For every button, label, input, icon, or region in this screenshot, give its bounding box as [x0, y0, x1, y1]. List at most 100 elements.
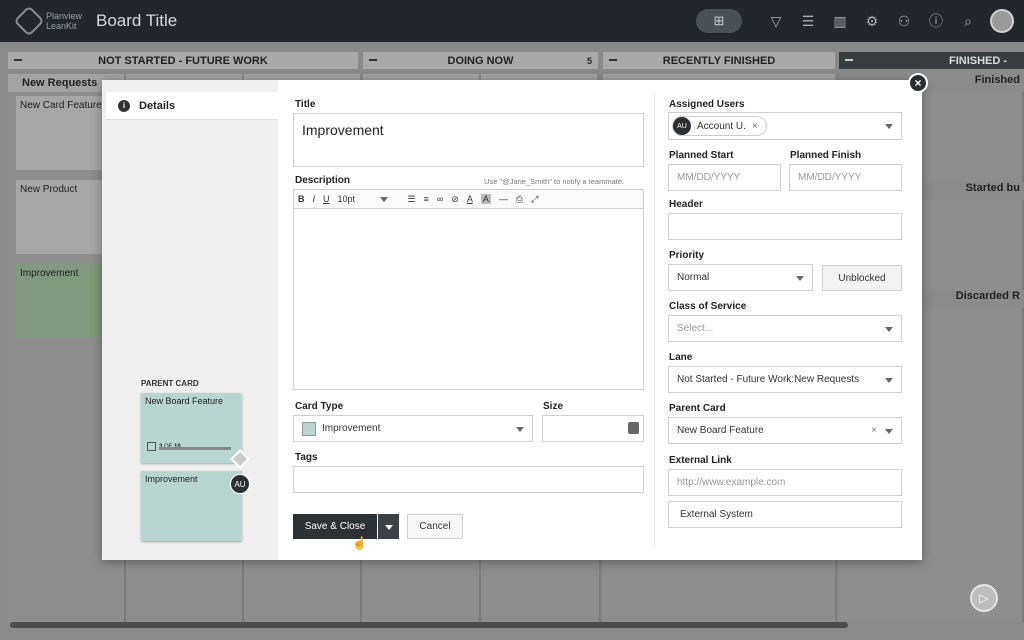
chevron-down-icon: [516, 426, 524, 432]
top-icons: ⊞ ▽ ☰ ▥ ⚙ ⚇ ⓘ ⌕: [696, 0, 1014, 42]
close-modal-button[interactable]: ×: [908, 73, 928, 93]
tags-label: Tags: [295, 452, 318, 463]
parent-card-field-label: Parent Card: [669, 403, 726, 414]
underline-button[interactable]: U: [323, 194, 330, 204]
filter-icon[interactable]: ▽: [760, 13, 792, 30]
header-input[interactable]: [668, 213, 902, 240]
board-card[interactable]: New Card Feature: [16, 96, 108, 170]
children-icon: [147, 442, 156, 451]
external-link-input[interactable]: http://www.example.com: [668, 469, 902, 496]
wip-count: 5: [586, 55, 592, 66]
tab-details[interactable]: i Details: [106, 92, 278, 120]
logo-line2: LeanKit: [46, 21, 77, 31]
pointer-cursor-icon: ☝: [352, 536, 367, 550]
class-of-service-select[interactable]: Select...: [668, 315, 902, 342]
planned-start-label: Planned Start: [669, 150, 734, 161]
priority-select[interactable]: Normal: [668, 264, 813, 291]
info-icon: i: [118, 99, 130, 112]
planned-start-input[interactable]: MM/DD/YYYY: [668, 164, 781, 191]
bold-button[interactable]: B: [298, 194, 305, 204]
unblocked-button[interactable]: Unblocked: [822, 265, 902, 291]
size-label: Size: [543, 401, 564, 412]
invite-user-icon[interactable]: ⚇: [888, 13, 920, 30]
settings-gear-icon[interactable]: ⚙: [856, 13, 888, 30]
clear-icon[interactable]: ×: [871, 425, 877, 436]
italic-button[interactable]: I: [313, 194, 316, 204]
tags-input[interactable]: [293, 466, 644, 493]
chevron-down-icon: [379, 197, 388, 202]
column-header-not-started[interactable]: NOT STARTED - FUTURE WORK: [8, 52, 358, 69]
header-label: Header: [669, 199, 703, 210]
logo-icon: [13, 5, 45, 37]
horizontal-scrollbar[interactable]: [10, 622, 848, 628]
fullscreen-icon[interactable]: ⤢: [531, 194, 538, 205]
title-label: Title: [295, 99, 316, 110]
parent-card-preview[interactable]: New Board Feature 3 OF 10: [141, 393, 242, 463]
bullet-list-icon[interactable]: ☰: [408, 194, 416, 205]
lane-select[interactable]: Not Started - Future Work:New Requests: [668, 366, 902, 393]
chevron-down-icon: [885, 326, 893, 332]
child-card-avatar: AU: [230, 474, 250, 494]
column-header-recently-finished[interactable]: RECENTLY FINISHED: [603, 52, 835, 69]
assigned-users-select[interactable]: AU Account U. ×: [668, 112, 902, 140]
help-fab-button[interactable]: ▷: [970, 584, 998, 612]
description-hint: Use "@Jane_Smith" to notify a teammate.: [484, 177, 625, 186]
column-divider: [654, 94, 655, 546]
editor-toolbar: B I U 10pt ☰ ≡ ∞ ⊘ A A — ⎙ ⤢: [293, 189, 644, 209]
description-label: Description: [295, 175, 351, 186]
title-input[interactable]: Improvement: [293, 113, 644, 167]
font-size-select[interactable]: 10pt: [338, 194, 398, 204]
numbered-list-icon[interactable]: ≡: [424, 194, 429, 204]
progress-bar: [159, 447, 231, 450]
chevron-down-icon: [796, 275, 804, 281]
collapse-icon[interactable]: [609, 59, 617, 61]
assigned-user-chip[interactable]: AU Account U. ×: [672, 116, 767, 136]
collapse-icon[interactable]: [369, 59, 377, 61]
horizontal-rule-icon[interactable]: —: [499, 194, 508, 204]
card-type-select[interactable]: Improvement: [293, 415, 533, 442]
lane-label: Lane: [669, 352, 693, 363]
class-of-service-label: Class of Service: [669, 301, 747, 312]
reports-icon[interactable]: ▥: [824, 13, 856, 30]
user-avatar: AU: [673, 117, 691, 135]
chevron-down-icon: [885, 124, 893, 129]
card-type-label: Card Type: [295, 401, 344, 412]
add-card-icon: ⊞: [713, 13, 725, 28]
text-color-button[interactable]: A: [467, 194, 473, 204]
add-card-button[interactable]: ⊞: [696, 9, 742, 33]
external-system-input[interactable]: External System: [668, 501, 902, 528]
parent-card-title: New Board Feature: [145, 396, 224, 406]
parent-card-label: PARENT CARD: [141, 379, 199, 388]
my-work-icon[interactable]: ☰: [792, 13, 824, 30]
column-header-finished[interactable]: FINISHED -: [839, 52, 1024, 69]
search-icon[interactable]: ⌕: [952, 13, 984, 30]
user-avatar[interactable]: [990, 9, 1014, 33]
remove-user-icon[interactable]: ×: [752, 121, 758, 132]
cancel-button[interactable]: Cancel: [407, 514, 463, 539]
unlink-icon[interactable]: ⊘: [451, 194, 459, 205]
assigned-users-label: Assigned Users: [669, 99, 745, 110]
planview-logo[interactable]: Planview LeanKit: [13, 5, 88, 37]
top-bar: Planview LeanKit Board Title ⊞ ▽ ☰ ▥ ⚙ ⚇…: [0, 0, 1024, 42]
collapse-icon[interactable]: [14, 59, 22, 61]
save-options-dropdown[interactable]: [378, 514, 399, 539]
planned-finish-input[interactable]: MM/DD/YYYY: [789, 164, 902, 191]
planned-finish-label: Planned Finish: [790, 150, 862, 161]
close-icon: ×: [914, 76, 922, 90]
description-editor[interactable]: [293, 209, 644, 390]
size-input[interactable]: [542, 415, 644, 442]
card-type-swatch: [302, 421, 316, 436]
modal-sidebar: i Details PARENT CARD New Board Feature …: [102, 80, 278, 560]
column-header-doing-now[interactable]: DOING NOW 5: [363, 52, 598, 69]
board-card[interactable]: New Product: [16, 180, 108, 254]
card-details-modal: i Details PARENT CARD New Board Feature …: [102, 80, 922, 560]
child-card-preview[interactable]: Improvement: [141, 471, 242, 541]
board-card[interactable]: Improvement: [16, 264, 108, 338]
link-icon[interactable]: ∞: [437, 194, 443, 204]
collapse-icon[interactable]: [845, 59, 853, 61]
print-icon[interactable]: ⎙: [516, 194, 523, 205]
calculator-icon: [628, 422, 639, 434]
info-icon[interactable]: ⓘ: [920, 11, 952, 31]
parent-card-select[interactable]: New Board Feature ×: [668, 417, 902, 444]
highlight-button[interactable]: A: [480, 194, 491, 204]
